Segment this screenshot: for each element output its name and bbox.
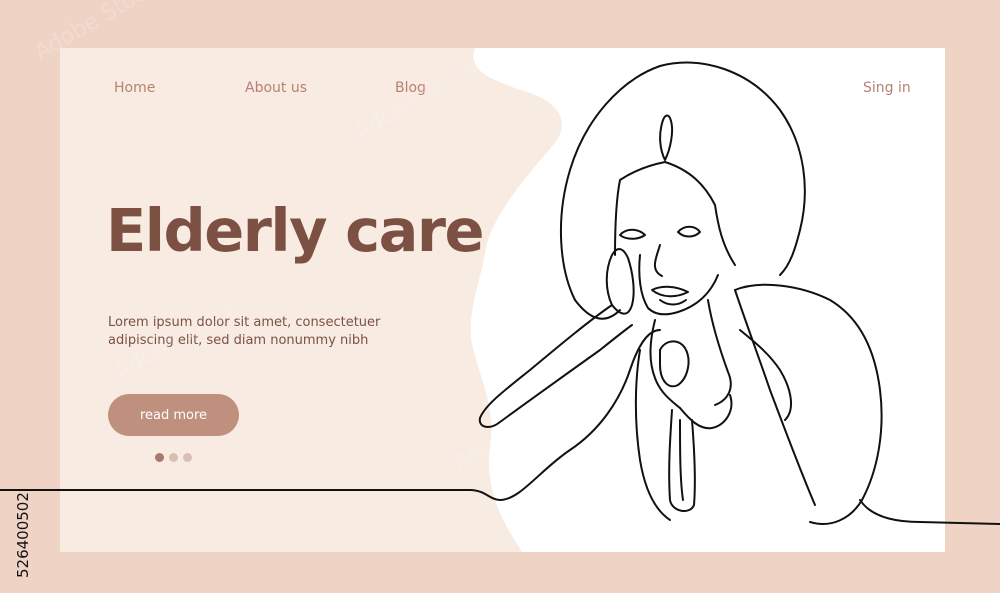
hero-title: Elderly care xyxy=(106,196,485,265)
nav-blog-link[interactable]: Blog xyxy=(395,80,426,96)
carousel-dot-3[interactable] xyxy=(183,453,192,462)
nav-signin-link[interactable]: Sing in xyxy=(863,80,911,96)
stock-id-text: 526400502 xyxy=(14,492,32,578)
hero-description: Lorem ipsum dolor sit amet, consectetuer… xyxy=(108,315,381,348)
read-more-button[interactable]: read more xyxy=(108,394,239,436)
carousel-dot-1[interactable] xyxy=(155,453,164,462)
nav-about-link[interactable]: About us xyxy=(245,80,307,96)
stock-id-label: 526400502 xyxy=(14,492,32,578)
carousel-dots xyxy=(155,453,192,462)
carousel-dot-2[interactable] xyxy=(169,453,178,462)
landing-page: Home About us Blog Sing in Elderly care … xyxy=(0,0,1000,593)
hero-background-shape xyxy=(470,48,945,552)
hero-card xyxy=(60,48,945,552)
nav-home-link[interactable]: Home xyxy=(114,80,155,96)
